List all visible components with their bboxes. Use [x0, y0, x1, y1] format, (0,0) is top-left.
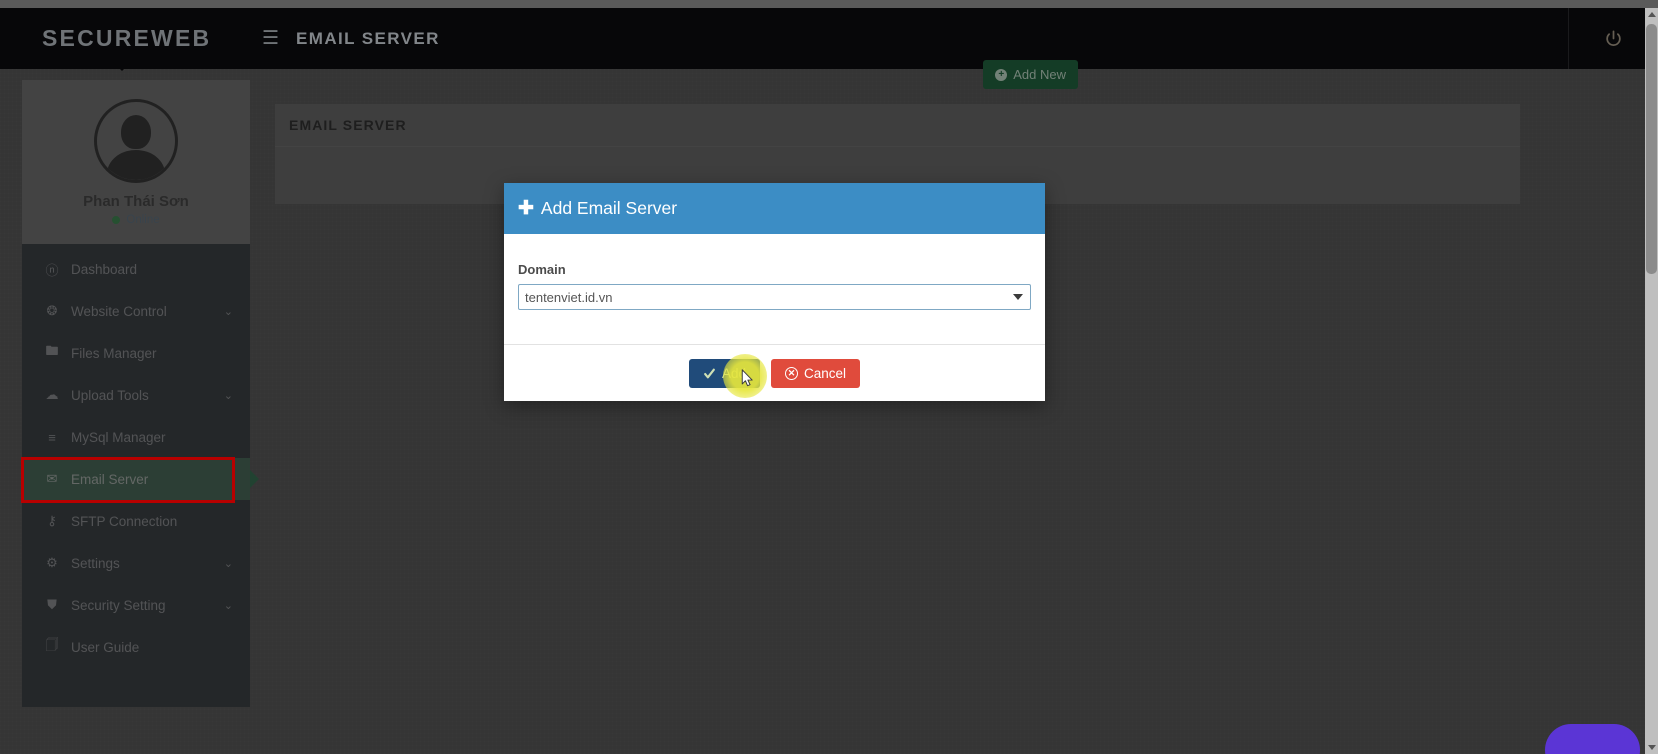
add-button[interactable]: Add: [688, 358, 760, 388]
cancel-button-label: Cancel: [804, 365, 847, 381]
browser-chrome-strip: [0, 0, 1658, 8]
shield-icon: ⛊: [47, 597, 57, 612]
card-header: EMAIL SERVER: [275, 104, 1520, 147]
sidebar-item-settings[interactable]: ⚙ Settings ⌄: [22, 542, 250, 584]
sidebar-item-sftp-connection[interactable]: ⚷ SFTP Connection: [22, 500, 250, 542]
chevron-down-icon: ⌄: [223, 305, 233, 318]
sidebar-item-user-guide[interactable]: 🗍 User Guide: [22, 626, 250, 668]
scroll-down-arrow-icon[interactable]: [1647, 745, 1656, 750]
top-navbar: SECUREWEB ☰ EMAIL SERVER: [0, 8, 1658, 69]
sidebar-item-label: Website Control: [71, 303, 167, 319]
sidebar-item-label: Upload Tools: [71, 387, 149, 403]
chat-widget[interactable]: [1545, 724, 1640, 754]
plus-icon: ✚: [518, 198, 534, 219]
modal-footer: Add ✕ Cancel: [504, 344, 1045, 401]
user-status-label: Online: [126, 214, 160, 226]
sidebar-item-email-server[interactable]: ✉ Email Server: [22, 458, 250, 500]
plus-circle-icon: +: [995, 68, 1008, 81]
page-title: EMAIL SERVER: [296, 28, 440, 48]
hamburger-icon[interactable]: ☰: [262, 29, 279, 48]
user-avatar-icon: [94, 99, 178, 183]
sidebar-item-upload-tools[interactable]: ☁ Upload Tools ⌄: [22, 374, 250, 416]
user-status: Online: [22, 214, 250, 226]
sidebar-user-panel: Phan Thái Sơn Online: [22, 80, 250, 244]
sidebar-item-label: Email Server: [71, 471, 149, 487]
sidebar-item-label: SFTP Connection: [71, 513, 178, 529]
check-icon: [704, 368, 715, 378]
page-scrollbar[interactable]: [1645, 8, 1658, 754]
x-circle-icon: ✕: [785, 366, 798, 380]
cancel-button[interactable]: ✕ Cancel: [771, 358, 861, 388]
gears-icon: ⚙: [46, 555, 58, 570]
sidebar-item-label: Security Setting: [71, 597, 166, 613]
scroll-up-arrow-icon[interactable]: [1647, 12, 1656, 17]
sidebar-item-label: Dashboard: [71, 261, 138, 277]
sidebar-item-label: User Guide: [71, 639, 140, 655]
cloud-upload-icon: ☁: [45, 387, 59, 402]
status-dot-icon: [112, 216, 121, 224]
globe-icon: ❂: [46, 303, 58, 318]
chevron-down-icon: ⌄: [223, 557, 233, 570]
sidebar-item-website-control[interactable]: ❂ Website Control ⌄: [22, 290, 250, 332]
sidebar-item-security-setting[interactable]: ⛊ Security Setting ⌄: [22, 584, 250, 626]
chevron-down-icon: ⌄: [223, 389, 233, 402]
sidebar-item-label: MySql Manager: [71, 429, 166, 445]
sidebar: Phan Thái Sơn Online ⓝ Dashboard ❂ Website …: [22, 80, 250, 707]
domain-select[interactable]: tentenviet.id.vn: [518, 284, 1031, 310]
add-email-server-modal: ✚ Add Email Server Domain tentenviet.id.…: [504, 183, 1045, 401]
add-new-button[interactable]: + Add New: [983, 60, 1078, 89]
sidebar-menu: ⓝ Dashboard ❂ Website Control ⌄ 🖿 Files Manage…: [22, 244, 250, 668]
sidebar-item-files-manager[interactable]: 🖿 Files Manager: [22, 332, 250, 374]
book-icon: 🗍: [45, 637, 59, 652]
add-new-label: Add New: [1013, 67, 1066, 82]
add-button-label: Add: [721, 365, 746, 381]
navbar-left-group: ☰ EMAIL SERVER: [262, 29, 440, 49]
sidebar-item-label: Files Manager: [71, 345, 157, 361]
modal-header: ✚ Add Email Server: [504, 183, 1045, 234]
domain-field-label: Domain: [518, 262, 566, 277]
user-name: Phan Thái Sơn: [83, 193, 189, 210]
folder-icon: 🖿: [45, 343, 59, 358]
modal-title: Add Email Server: [540, 198, 678, 218]
power-icon: [1606, 30, 1621, 46]
chevron-down-icon: ⌄: [223, 599, 233, 612]
sidebar-item-label: Settings: [71, 555, 120, 571]
scrollbar-thumb[interactable]: [1646, 24, 1657, 274]
brand-caret-icon: [113, 62, 131, 71]
sidebar-item-dashboard[interactable]: ⓝ Dashboard: [22, 248, 250, 290]
envelope-icon: ✉: [46, 471, 58, 486]
brand-logo[interactable]: SECUREWEB: [0, 25, 250, 52]
app-viewport: SECUREWEB ☰ EMAIL SERVER EMAIL SERVER + …: [0, 0, 1658, 754]
dashboard-icon: ⓝ: [45, 262, 59, 278]
key-icon: ⚷: [47, 513, 57, 528]
domain-select-wrap: tentenviet.id.vn: [518, 284, 1031, 310]
sidebar-item-mysql-manager[interactable]: ≡ MySql Manager: [22, 416, 250, 458]
modal-body: Domain tentenviet.id.vn: [504, 234, 1045, 344]
card-title: EMAIL SERVER: [289, 117, 407, 133]
database-icon: ≡: [48, 429, 56, 445]
